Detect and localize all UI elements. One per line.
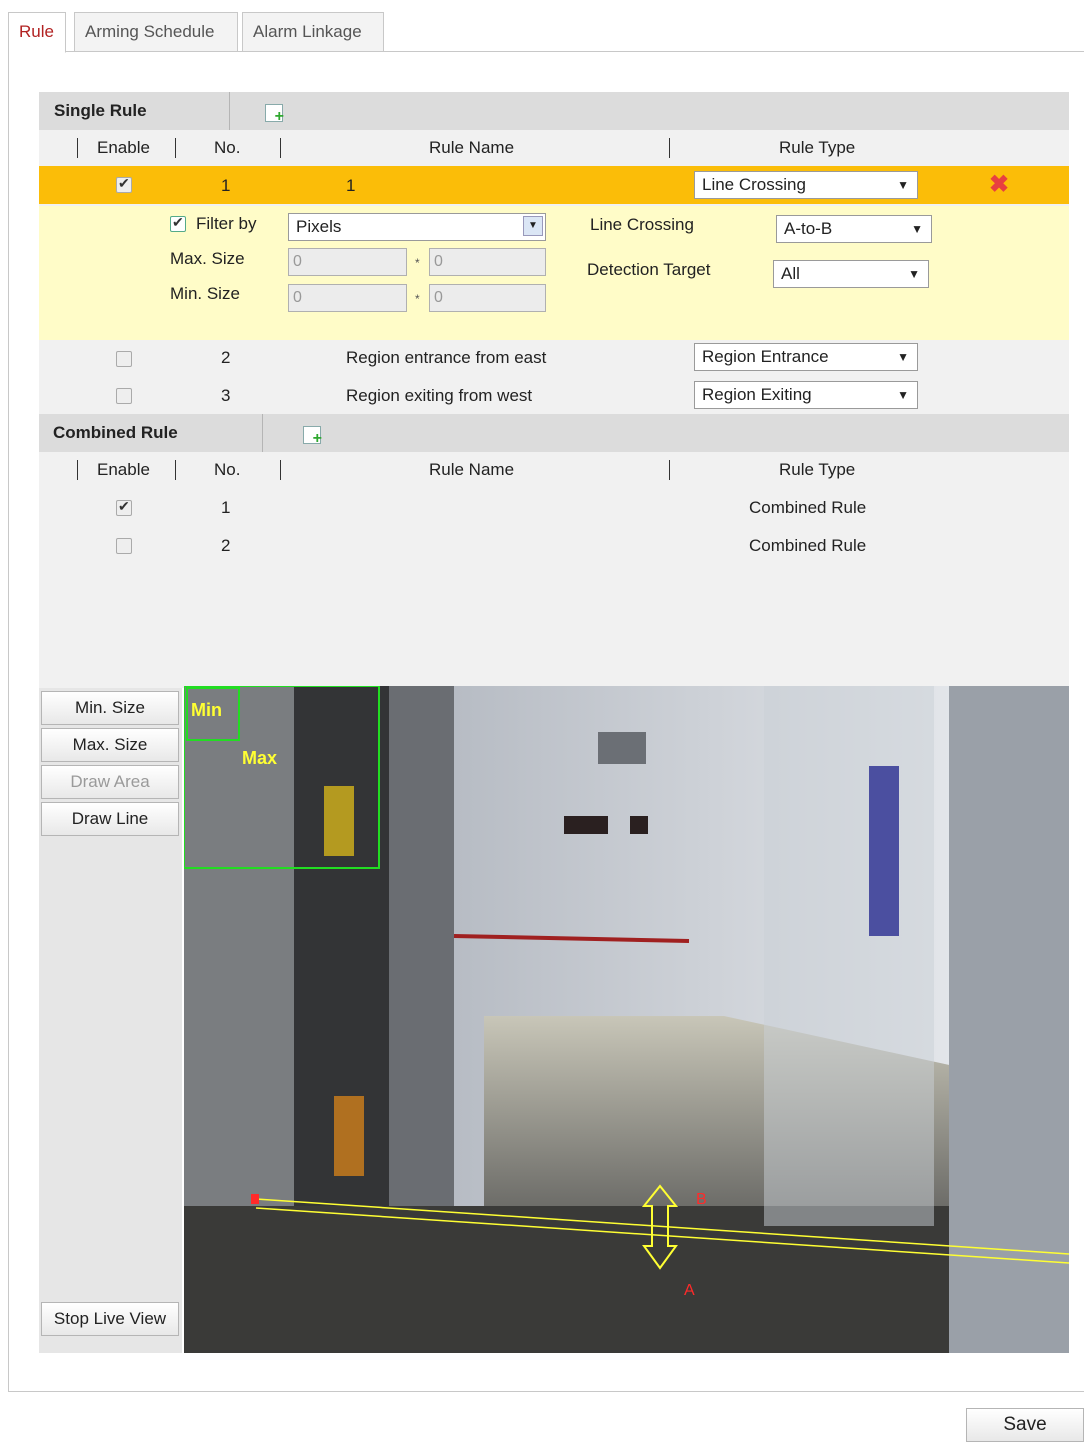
filter-value: Pixels bbox=[296, 217, 342, 236]
detection-target-label: Detection Target bbox=[587, 260, 711, 279]
column-divider bbox=[280, 138, 281, 158]
chevron-down-icon: ▼ bbox=[523, 216, 543, 236]
col-rule-name: Rule Name bbox=[429, 460, 515, 479]
save-button[interactable]: Save bbox=[966, 1408, 1084, 1442]
enable-checkbox[interactable] bbox=[116, 175, 132, 193]
min-height-input[interactable]: 0 bbox=[429, 284, 546, 312]
detection-target-select[interactable]: All ▼ bbox=[773, 260, 929, 288]
rule-type-value: Line Crossing bbox=[702, 175, 806, 194]
dropdown-arrow-icon: ▼ bbox=[897, 388, 909, 402]
min-size-button[interactable]: Min. Size bbox=[41, 691, 179, 725]
tab-arming-schedule[interactable]: Arming Schedule bbox=[74, 12, 238, 52]
single-rule-columns: Enable No. Rule Name Rule Type bbox=[39, 130, 1069, 166]
times-symbol: * bbox=[415, 256, 420, 270]
filter-checkbox[interactable] bbox=[170, 214, 186, 232]
delete-icon[interactable]: ✖ bbox=[989, 170, 1009, 199]
min-box-label: Min bbox=[191, 700, 222, 720]
column-divider bbox=[175, 138, 176, 158]
filter-label: Filter by bbox=[196, 214, 257, 233]
draw-area-button[interactable]: Draw Area bbox=[41, 765, 179, 799]
enable-checkbox[interactable] bbox=[116, 538, 132, 554]
column-divider bbox=[175, 460, 176, 480]
rule-no: 3 bbox=[221, 386, 231, 405]
column-divider bbox=[669, 460, 670, 480]
rule-no: 2 bbox=[221, 536, 231, 555]
rule-no: 1 bbox=[221, 176, 231, 195]
line-crossing-select[interactable]: A-to-B ▼ bbox=[776, 215, 932, 243]
rule-name[interactable]: Region exiting from west bbox=[346, 386, 532, 406]
times-symbol: * bbox=[415, 292, 420, 306]
enable-checkbox[interactable] bbox=[116, 351, 132, 367]
col-rule-type: Rule Type bbox=[779, 460, 856, 479]
min-size-label: Min. Size bbox=[170, 284, 240, 303]
dropdown-arrow-icon: ▼ bbox=[908, 267, 920, 281]
max-width-input[interactable]: 0 bbox=[288, 248, 407, 276]
max-height-input[interactable]: 0 bbox=[429, 248, 546, 276]
single-rule-header: Single Rule bbox=[39, 92, 1069, 130]
filter-select[interactable]: Pixels ▼ bbox=[288, 213, 546, 241]
column-divider bbox=[669, 138, 670, 158]
add-rule-icon[interactable] bbox=[265, 104, 284, 126]
table-row[interactable]: 1 1 Line Crossing ▼ ✖ bbox=[39, 166, 1069, 204]
combined-rule-header: Combined Rule bbox=[39, 414, 1069, 452]
rule-type-text: Combined Rule bbox=[749, 498, 867, 517]
line-crossing-label: Line Crossing bbox=[590, 215, 694, 234]
column-divider bbox=[77, 460, 78, 480]
table-row[interactable]: 1 Combined Rule bbox=[39, 490, 1069, 528]
tab-rule[interactable]: Rule bbox=[8, 12, 66, 53]
enable-checkbox[interactable] bbox=[116, 498, 132, 516]
rules-panel: Single Rule Enable No. Rule Name Rule Ty… bbox=[39, 92, 1069, 688]
dropdown-arrow-icon: ▼ bbox=[897, 350, 909, 364]
rule-no: 2 bbox=[221, 348, 231, 367]
max-size-button[interactable]: Max. Size bbox=[41, 728, 179, 762]
draw-line-button[interactable]: Draw Line bbox=[41, 802, 179, 836]
column-divider bbox=[77, 138, 78, 158]
col-rule-type: Rule Type bbox=[779, 138, 856, 157]
rule-name[interactable]: Region entrance from east bbox=[346, 348, 546, 368]
live-view[interactable]: Min Max B A bbox=[184, 686, 1069, 1353]
max-size-label: Max. Size bbox=[170, 249, 245, 268]
stop-live-view-button[interactable]: Stop Live View bbox=[41, 1302, 179, 1336]
table-row[interactable]: 2 Region entrance from east Region Entra… bbox=[39, 340, 1069, 378]
rule-type-text: Combined Rule bbox=[749, 536, 867, 555]
dropdown-arrow-icon: ▼ bbox=[911, 222, 923, 236]
max-box-label: Max bbox=[242, 748, 278, 768]
min-width-input[interactable]: 0 bbox=[288, 284, 407, 312]
tab-bar: Rule Arming Schedule Alarm Linkage bbox=[8, 12, 1084, 53]
rule-name[interactable]: 1 bbox=[346, 176, 355, 196]
table-row[interactable]: 2 Combined Rule bbox=[39, 528, 1069, 566]
drawing-toolbar: Min. Size Max. Size Draw Area Draw Line … bbox=[39, 688, 182, 1353]
add-combined-rule-icon[interactable] bbox=[303, 426, 322, 448]
col-enable: Enable bbox=[97, 138, 150, 157]
combined-rule-columns: Enable No. Rule Name Rule Type bbox=[39, 452, 1069, 488]
point-b-label: B bbox=[696, 1191, 707, 1208]
header-separator bbox=[229, 92, 230, 130]
col-enable: Enable bbox=[97, 460, 150, 479]
detection-target-value: All bbox=[781, 264, 800, 283]
col-no: No. bbox=[214, 460, 241, 479]
combined-rule-title: Combined Rule bbox=[53, 423, 178, 442]
line-crossing-value: A-to-B bbox=[784, 219, 833, 238]
enable-checkbox[interactable] bbox=[116, 388, 132, 404]
single-rule-title: Single Rule bbox=[54, 101, 147, 120]
rule-type-value: Region Exiting bbox=[702, 385, 812, 404]
rule-detail-panel: Filter by Pixels ▼ Max. Size 0 * 0 Min. … bbox=[39, 206, 1069, 340]
header-separator bbox=[262, 414, 263, 452]
table-row[interactable]: 3 Region exiting from west Region Exitin… bbox=[39, 378, 1069, 416]
live-view-scene bbox=[184, 686, 1069, 1353]
rule-type-select[interactable]: Region Entrance ▼ bbox=[694, 343, 918, 371]
rule-type-value: Region Entrance bbox=[702, 347, 829, 366]
tab-alarm-linkage[interactable]: Alarm Linkage bbox=[242, 12, 384, 52]
rule-no: 1 bbox=[221, 498, 231, 517]
col-no: No. bbox=[214, 138, 241, 157]
rule-type-select[interactable]: Line Crossing ▼ bbox=[694, 171, 918, 199]
column-divider bbox=[280, 460, 281, 480]
point-a-label: A bbox=[684, 1282, 695, 1299]
dropdown-arrow-icon: ▼ bbox=[897, 178, 909, 192]
col-rule-name: Rule Name bbox=[429, 138, 515, 157]
rule-type-select[interactable]: Region Exiting ▼ bbox=[694, 381, 918, 409]
